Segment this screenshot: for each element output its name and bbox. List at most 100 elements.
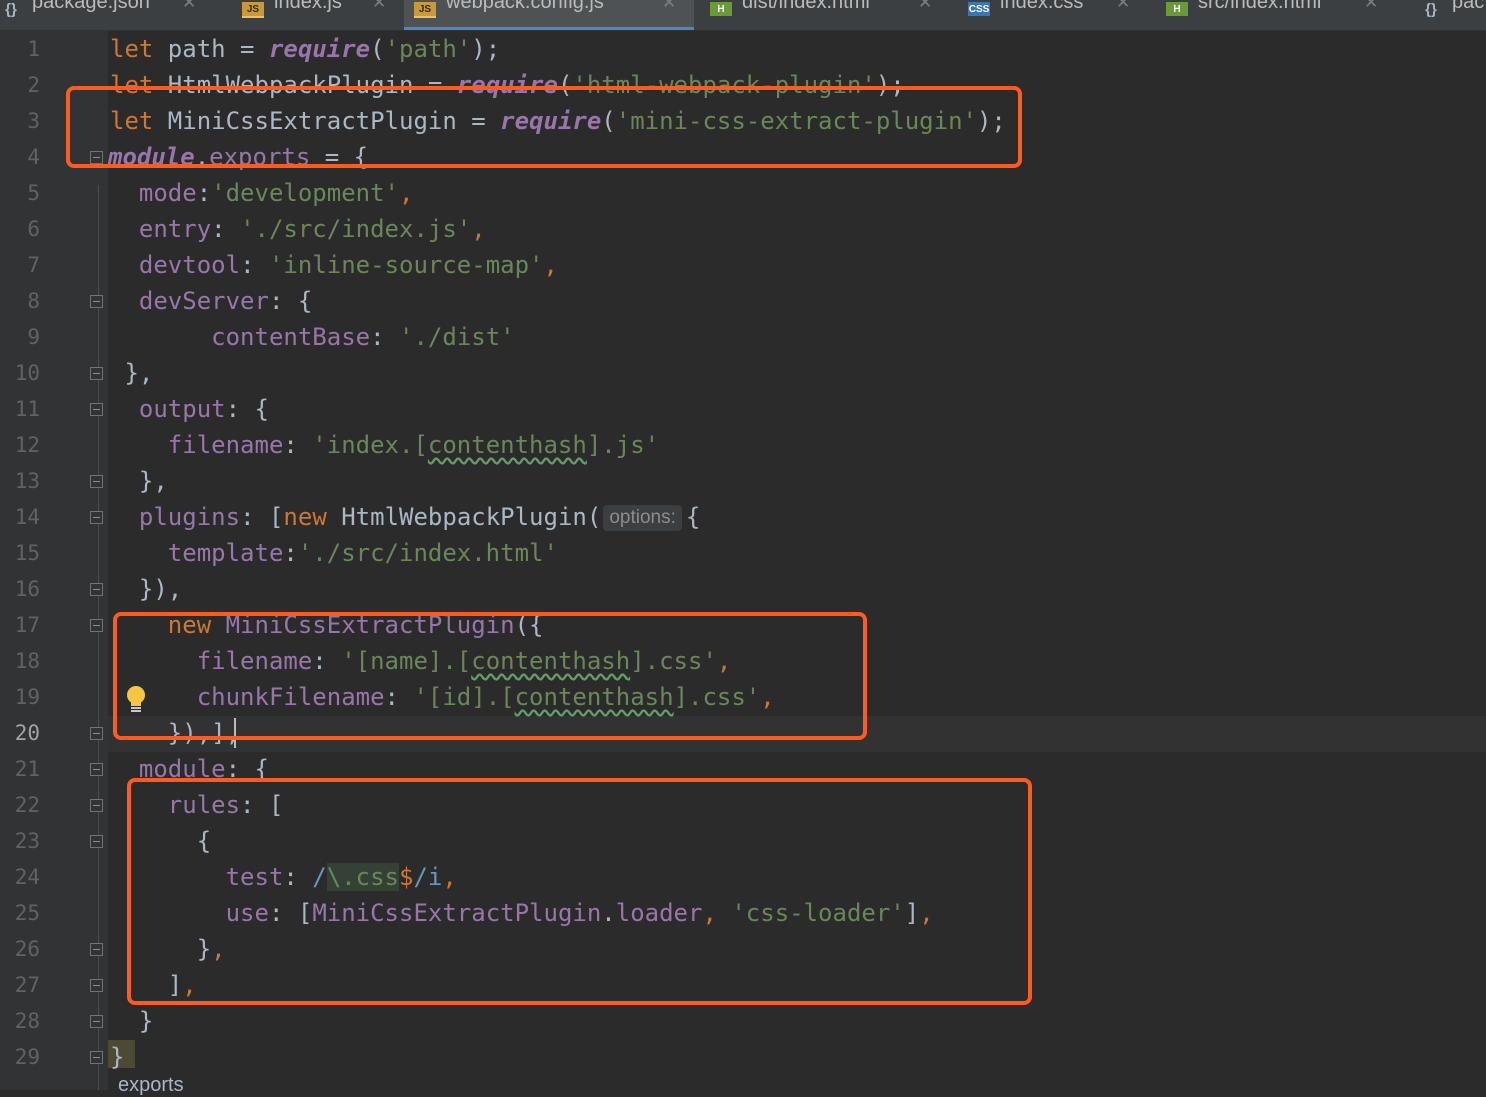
code-token: : xyxy=(283,539,298,567)
tab-label: pac xyxy=(1452,0,1485,13)
code-line[interactable]: mode:'development', xyxy=(110,175,414,211)
tab-index-css[interactable]: CSS index.css ✕ xyxy=(958,0,1148,30)
tab-webpack-config-js[interactable]: JS webpack.config.js ✕ xyxy=(404,0,694,30)
code-line[interactable]: plugins: [new HtmlWebpackPlugin(options:… xyxy=(110,499,700,535)
code-line[interactable]: }), xyxy=(110,571,182,607)
code-token: { xyxy=(685,503,701,531)
line-number: 9 xyxy=(27,325,40,349)
close-icon[interactable]: ✕ xyxy=(918,0,932,13)
fold-marker-icon[interactable] xyxy=(90,511,103,524)
code-line[interactable]: }, xyxy=(110,355,153,391)
fold-marker-icon[interactable] xyxy=(90,1051,103,1064)
line-number: 16 xyxy=(14,577,40,601)
code-token: filename xyxy=(167,431,284,459)
fold-marker-icon[interactable] xyxy=(90,727,103,740)
code-token: , xyxy=(543,251,558,279)
code-line[interactable]: devtool: 'inline-source-map', xyxy=(110,247,558,283)
code-line[interactable]: }, xyxy=(110,463,168,499)
line-number: 23 xyxy=(14,829,40,853)
line-number: 2 xyxy=(27,73,40,97)
line-number: 15 xyxy=(14,541,40,565)
code-line[interactable]: let path = require('path'); xyxy=(110,31,500,67)
close-icon[interactable]: ✕ xyxy=(1364,0,1378,13)
code-token: HtmlWebpackPlugin( xyxy=(341,503,602,531)
code-line[interactable]: devServer: { xyxy=(110,283,312,319)
code-token: let xyxy=(110,35,154,63)
code-token: devServer xyxy=(138,287,269,315)
line-number: 1 xyxy=(27,37,40,61)
html-file-icon: H xyxy=(1166,2,1188,16)
tab-dist-index-html[interactable]: Hdist/index.html ✕ xyxy=(700,0,950,30)
code-token: ); xyxy=(471,35,501,63)
code-token: './src/index.html' xyxy=(297,539,558,567)
code-token: ].js' xyxy=(586,431,660,459)
tab-label: webpack.config.js xyxy=(446,0,604,13)
parameter-hint: options: xyxy=(603,505,682,531)
code-token: : xyxy=(240,251,269,279)
code-line[interactable]: template:'./src/index.html' xyxy=(110,535,558,571)
tab-pac[interactable]: {} pac xyxy=(1410,0,1486,30)
line-number: 28 xyxy=(14,1009,40,1033)
close-icon[interactable]: ✕ xyxy=(1116,0,1130,13)
code-token: : { xyxy=(225,395,269,423)
line-number: 26 xyxy=(14,937,40,961)
fold-marker-icon[interactable] xyxy=(90,1015,103,1028)
code-token: 'inline-source-map' xyxy=(268,251,544,279)
code-token: new xyxy=(283,503,342,531)
fold-marker-icon[interactable] xyxy=(90,475,103,488)
line-number: 12 xyxy=(14,433,40,457)
fold-marker-icon[interactable] xyxy=(90,403,103,416)
breadcrumb[interactable]: exports xyxy=(118,1074,184,1097)
line-number: 11 xyxy=(14,397,40,421)
tab-index-js[interactable]: JS index.js ✕ xyxy=(232,0,402,30)
tab-src-index-html[interactable]: Hsrc/index.html ✕ xyxy=(1156,0,1396,30)
line-number: 21 xyxy=(14,757,40,781)
line-number: 17 xyxy=(14,613,40,637)
code-line[interactable]: filename: 'index.[contenthash].js' xyxy=(110,427,659,463)
fold-marker-icon[interactable] xyxy=(90,619,103,632)
code-token: plugins xyxy=(138,503,241,531)
close-icon[interactable]: ✕ xyxy=(662,0,676,13)
code-token: }, xyxy=(110,467,168,495)
line-number: 19 xyxy=(14,685,40,709)
code-token: : xyxy=(283,431,313,459)
code-token: output xyxy=(138,395,226,423)
code-line[interactable]: } xyxy=(110,1039,124,1075)
fold-marker-icon[interactable] xyxy=(90,943,103,956)
close-icon[interactable]: ✕ xyxy=(182,0,196,13)
line-number: 10 xyxy=(14,361,40,385)
tab-label: index.js xyxy=(274,0,342,13)
fold-marker-icon[interactable] xyxy=(90,979,103,992)
fold-marker-icon[interactable] xyxy=(90,835,103,848)
fold-marker-icon[interactable] xyxy=(90,583,103,596)
code-token: './dist' xyxy=(399,323,515,351)
code-token: }, xyxy=(110,359,154,387)
code-line[interactable]: entry: './src/index.js', xyxy=(110,211,486,247)
code-token: : xyxy=(370,323,400,351)
code-line[interactable]: } xyxy=(110,1003,153,1039)
fold-marker-icon[interactable] xyxy=(90,367,103,380)
line-number: 24 xyxy=(14,865,40,889)
code-token: 'development' xyxy=(211,179,399,207)
code-line[interactable]: output: { xyxy=(110,391,269,427)
js-file-icon: JS xyxy=(414,2,436,18)
line-number: 6 xyxy=(27,217,40,241)
fold-marker-icon[interactable] xyxy=(90,763,103,776)
code-token: } xyxy=(110,1007,154,1035)
code-line[interactable]: contentBase: './dist' xyxy=(110,319,515,355)
tab-package-json[interactable]: {} package.json ✕ xyxy=(0,0,216,30)
fold-marker-icon[interactable] xyxy=(90,295,103,308)
json-file-icon: {} xyxy=(1425,1,1437,18)
code-token: : xyxy=(211,215,241,243)
code-token: : { xyxy=(268,287,313,315)
close-icon[interactable]: ✕ xyxy=(372,0,386,13)
fold-marker-icon[interactable] xyxy=(90,799,103,812)
tab-label: index.css xyxy=(1000,0,1084,13)
line-number: 4 xyxy=(27,145,40,169)
